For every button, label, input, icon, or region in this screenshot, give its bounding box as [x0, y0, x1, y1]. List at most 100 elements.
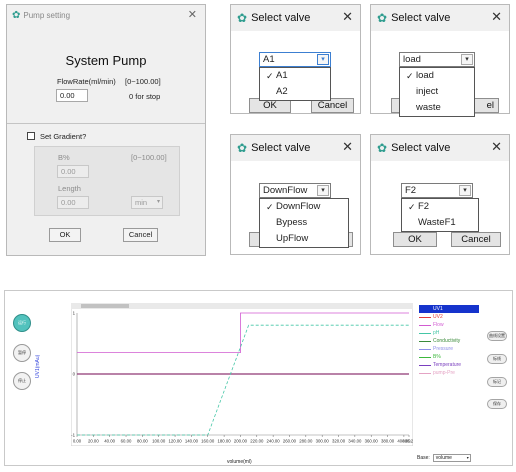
x-tick-label: 360.00: [365, 439, 379, 444]
curve-settings-button[interactable]: 曲线设置: [487, 331, 507, 341]
legend-item[interactable]: B%: [419, 353, 479, 361]
ok-button[interactable]: OK: [49, 228, 81, 242]
check-icon: ✓: [406, 71, 414, 81]
close-icon[interactable]: ✕: [188, 8, 197, 21]
legend-item[interactable]: UV2: [419, 313, 479, 321]
close-icon[interactable]: ✕: [342, 139, 353, 155]
dropdown-option[interactable]: Bypess: [260, 215, 348, 231]
pump-setting-dialog: ✿ Pump setting ✕ System Pump FlowRate(ml…: [6, 4, 206, 256]
legend-label: UV1: [433, 306, 443, 312]
flowrate-hint: 0 for stop: [129, 92, 161, 101]
legend-item[interactable]: pump-Pre: [419, 369, 479, 377]
cancel-button[interactable]: Cancel: [451, 232, 501, 247]
valve-title-bar: ✿ Select valve: [371, 5, 509, 31]
valve-select[interactable]: DownFlow ▾: [259, 183, 331, 198]
dropdown-option[interactable]: ✓ load: [400, 68, 474, 84]
x-axis-label: volume(ml): [227, 459, 252, 465]
chevron-down-icon: ▾: [156, 199, 160, 205]
chevron-down-icon[interactable]: ▾: [461, 54, 473, 65]
pump-title-bar: ✿ Pump setting: [7, 5, 205, 25]
dropdown-option[interactable]: waste: [400, 100, 474, 116]
x-tick-label: 180.00: [218, 439, 232, 444]
base-selector: Base: volume ▾: [417, 454, 471, 462]
length-label: Length: [58, 184, 81, 193]
b-percent-label: B%: [58, 153, 70, 162]
length-input[interactable]: 0.00: [57, 196, 89, 209]
legend-swatch: [419, 372, 431, 374]
save-button[interactable]: 保存: [487, 399, 507, 409]
chromatogram-chart[interactable]: 0.00 20.00 40.00 60.00 80.00 100.00 120.00 140.…: [71, 303, 413, 446]
legend-item[interactable]: UV1: [419, 305, 479, 313]
ok-button[interactable]: OK: [393, 232, 437, 247]
chevron-down-icon[interactable]: ▾: [317, 54, 329, 65]
dropdown-option[interactable]: inject: [400, 84, 474, 100]
dropdown-option[interactable]: ✓ F2: [402, 199, 478, 215]
x-tick-label: 406.24: [402, 439, 413, 444]
x-tick-label: 0.00: [73, 439, 82, 444]
select-valve-dialog-3: ✿ Select valve ✕ DownFlow ▾ ✓ DownFlow By…: [230, 134, 361, 255]
pump-title: Pump setting: [23, 10, 71, 20]
dropdown-option[interactable]: ✓ DownFlow: [260, 199, 348, 215]
x-tick-label: 20.00: [88, 439, 99, 444]
valve-title: Select valve: [391, 12, 451, 24]
x-tick-label: 80.00: [137, 439, 148, 444]
valve-title: Select valve: [251, 12, 311, 24]
chart-legend: UV1 UV2 Flow pH Conductivity Pressure B% Temper…: [419, 305, 479, 377]
valve-title-bar: ✿ Select valve: [371, 135, 509, 161]
x-tick-label: 160.00: [201, 439, 215, 444]
x-tick-label: 200.00: [234, 439, 248, 444]
b-percent-input[interactable]: 0.00: [57, 165, 89, 178]
flowrate-range: [0~100.00]: [125, 77, 161, 86]
run-button[interactable]: 运行: [13, 314, 31, 332]
legend-swatch: [419, 308, 431, 310]
check-icon: ✓: [266, 71, 274, 81]
valve-select-value: DownFlow: [263, 185, 308, 196]
close-icon[interactable]: ✕: [342, 9, 353, 25]
legend-label: Temperature: [433, 362, 462, 368]
valve-select[interactable]: F2 ▾: [401, 183, 473, 198]
close-icon[interactable]: ✕: [491, 139, 502, 155]
x-tick-label: 320.00: [332, 439, 346, 444]
x-tick-label: 260.00: [283, 439, 297, 444]
app-gear-icon: ✿: [237, 141, 248, 155]
legend-item[interactable]: Pressure: [419, 345, 479, 353]
scrollbar-thumb[interactable]: [81, 304, 129, 308]
mark-button[interactable]: 标记: [487, 377, 507, 387]
valve-title: Select valve: [251, 142, 311, 154]
legend-swatch: [419, 332, 431, 334]
dropdown-option[interactable]: UpFlow: [260, 231, 348, 247]
dropdown-option[interactable]: A2: [260, 84, 330, 100]
check-icon: ✓: [408, 202, 416, 212]
select-valve-dialog-4: ✿ Select valve ✕ F2 ▾ OK Cancel ✓ F2 Wast…: [370, 134, 510, 255]
x-tick-label: 380.00: [381, 439, 395, 444]
pause-button[interactable]: 暂停: [13, 344, 31, 362]
x-tick-label: 340.00: [348, 439, 362, 444]
select-valve-dialog-2: ✿ Select valve ✕ load ▾ el ✓ load inject …: [370, 4, 510, 117]
cancel-button[interactable]: Cancel: [123, 228, 158, 242]
legend-item[interactable]: pH: [419, 329, 479, 337]
chevron-down-icon[interactable]: ▾: [317, 185, 329, 196]
legend-item[interactable]: Temperature: [419, 361, 479, 369]
chevron-down-icon[interactable]: ▾: [459, 185, 471, 196]
legend-label: pump-Pre: [433, 370, 455, 376]
gradient-label: Set Gradient?: [40, 132, 87, 141]
legend-swatch: [419, 316, 431, 318]
marker-line-button[interactable]: 标线: [487, 354, 507, 364]
length-unit-select[interactable]: min ▾: [131, 196, 163, 209]
valve-select[interactable]: load ▾: [399, 52, 475, 67]
base-select[interactable]: volume ▾: [432, 454, 471, 462]
stop-button[interactable]: 停止: [13, 372, 31, 390]
x-tick-label: 120.00: [168, 439, 182, 444]
dropdown-option[interactable]: ✓ A1: [260, 68, 330, 84]
valve-select[interactable]: A1 ▾: [259, 52, 331, 67]
system-pump-heading: System Pump: [65, 53, 147, 68]
dropdown-option[interactable]: WasteF1: [402, 215, 478, 231]
close-icon[interactable]: ✕: [491, 9, 502, 25]
gradient-checkbox[interactable]: [27, 132, 35, 140]
check-icon: ✓: [266, 202, 274, 212]
app-gear-icon: ✿: [377, 11, 388, 25]
legend-item[interactable]: Conductivity: [419, 337, 479, 345]
legend-item[interactable]: Flow: [419, 321, 479, 329]
flowrate-input[interactable]: 0.00: [56, 89, 88, 102]
legend-label: pH: [433, 330, 440, 336]
